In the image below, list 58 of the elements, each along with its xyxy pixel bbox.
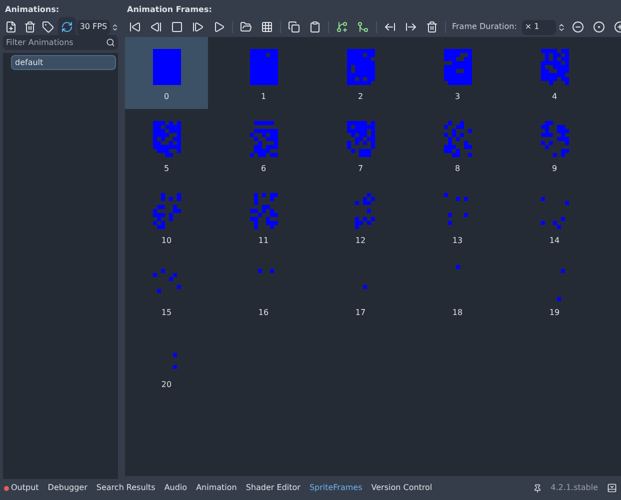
frame-tile[interactable]: 9 [513, 109, 596, 181]
frame-number: 3 [454, 91, 460, 103]
frame-duration-field[interactable]: × 1 [522, 20, 556, 34]
frame-number: 7 [358, 163, 364, 175]
frame-number: 20 [161, 379, 172, 391]
frame-tile[interactable]: 16 [222, 253, 305, 325]
frame-tile[interactable]: 7 [319, 109, 402, 181]
version-label: 4.2.1.stable [550, 482, 598, 494]
frame-tile[interactable]: 1 [222, 37, 305, 109]
frame-tile[interactable]: 17 [319, 253, 402, 325]
bottom-tab[interactable]: Shader Editor [246, 482, 300, 494]
frame-tile[interactable]: 20 [125, 325, 208, 397]
panel-title: Animation Frames: [126, 4, 213, 16]
frame-tile[interactable]: 8 [416, 109, 499, 181]
filter-field[interactable]: Filter Animations [3, 35, 118, 50]
frame-number: 1 [260, 91, 266, 103]
frame-tile[interactable]: 15 [125, 253, 208, 325]
bottom-tab[interactable]: Output [4, 482, 39, 494]
bottom-tab[interactable]: Animation [196, 482, 237, 494]
frame-number: 8 [454, 163, 460, 175]
frame-duration-label: Frame Duration: [452, 21, 517, 33]
frame-tile[interactable]: 0 [125, 37, 208, 109]
bottom-tab[interactable]: Audio [164, 482, 188, 494]
frame-number: 4 [552, 91, 558, 103]
frame-number: 15 [161, 307, 172, 319]
frame-number: 9 [552, 163, 558, 175]
frame-tile[interactable]: 5 [125, 109, 208, 181]
frame-number: 11 [258, 235, 269, 247]
frame-number: 14 [549, 235, 560, 247]
fps-field[interactable]: 30 FPS [76, 20, 110, 34]
panel-title: Animations: [4, 4, 60, 16]
frame-number: 2 [358, 91, 364, 103]
frame-number: 16 [258, 307, 269, 319]
frame-number: 13 [452, 235, 463, 247]
frame-tile[interactable]: 18 [416, 253, 499, 325]
frame-number: 5 [164, 163, 170, 175]
frame-number: 12 [355, 235, 366, 247]
animation-item[interactable]: default [11, 55, 116, 70]
frame-tile[interactable]: 3 [416, 37, 499, 109]
frame-tile[interactable]: 6 [222, 109, 305, 181]
frame-tile[interactable]: 14 [513, 181, 596, 253]
frame-number: 6 [260, 163, 266, 175]
frame-tile[interactable]: 2 [319, 37, 402, 109]
frame-number: 19 [549, 307, 560, 319]
frame-tile[interactable]: 4 [513, 37, 596, 109]
frame-number: 18 [452, 307, 463, 319]
frame-number: 0 [164, 91, 170, 103]
bottom-tab[interactable]: Search Results [96, 482, 156, 494]
frame-number: 10 [161, 235, 172, 247]
bottom-tab[interactable]: Version Control [371, 482, 432, 494]
bottom-tab[interactable]: SpriteFrames [309, 482, 362, 494]
frame-tile[interactable]: 19 [513, 253, 596, 325]
bottom-tab[interactable]: Debugger [48, 482, 88, 494]
frame-tile[interactable]: 12 [319, 181, 402, 253]
frame-tile[interactable]: 11 [222, 181, 305, 253]
frame-tile[interactable]: 10 [125, 181, 208, 253]
frame-number: 17 [355, 307, 366, 319]
frame-tile[interactable]: 13 [416, 181, 499, 253]
